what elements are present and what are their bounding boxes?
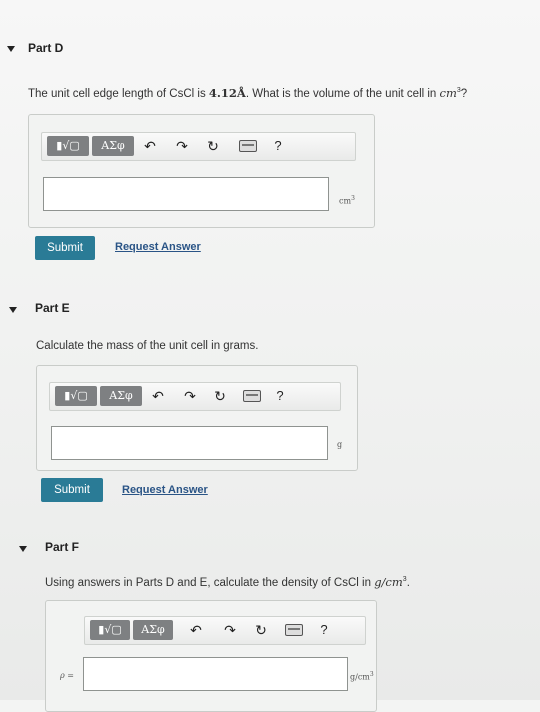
part-d-question-text: The unit cell edge length of CsCl is xyxy=(28,88,209,100)
help-button[interactable]: ? xyxy=(316,621,332,639)
templates-button[interactable]: ▮√▢ xyxy=(47,136,89,156)
part-f-unit-sup: 3 xyxy=(369,671,374,678)
keyboard-icon[interactable] xyxy=(243,390,261,402)
keyboard-icon[interactable] xyxy=(285,624,303,636)
part-f-question-end: . xyxy=(406,577,410,589)
part-e-submit-button[interactable]: Submit xyxy=(41,478,103,502)
collapse-part-e-icon[interactable] xyxy=(9,307,17,313)
part-e-unit: g xyxy=(337,440,343,449)
undo-icon[interactable]: ↶ xyxy=(150,387,166,405)
greek-symbols-button[interactable]: ΑΣφ xyxy=(100,386,142,406)
reset-icon[interactable]: ↻ xyxy=(253,621,269,639)
part-f-toolbar: ▮√▢ ΑΣφ ↶ ↷ ↻ ? xyxy=(84,616,366,645)
help-button[interactable]: ? xyxy=(270,137,286,155)
part-f-unit-label: g/cm xyxy=(350,672,370,682)
part-f-question-text: Using answers in Parts D and E, calculat… xyxy=(45,577,375,589)
part-d-title: Part D xyxy=(28,41,64,55)
part-f-question: Using answers in Parts D and E, calculat… xyxy=(45,575,410,589)
collapse-part-d-icon[interactable] xyxy=(7,46,15,52)
part-f-question-unit: g/cm xyxy=(374,575,403,589)
greek-symbols-button[interactable]: ΑΣφ xyxy=(133,620,173,640)
collapse-part-f-icon[interactable] xyxy=(19,546,27,552)
part-e-request-answer-link[interactable]: Request Answer xyxy=(122,484,208,496)
part-f-answer-input[interactable] xyxy=(83,657,348,691)
part-d-question-text-2: . What is the volume of the unit cell in xyxy=(245,88,440,100)
help-button[interactable]: ? xyxy=(272,387,288,405)
density-symbol: ρ = xyxy=(60,671,74,680)
redo-icon[interactable]: ↷ xyxy=(174,137,190,155)
part-d-toolbar: ▮√▢ ΑΣφ ↶ ↷ ↻ ? xyxy=(41,132,356,161)
undo-icon[interactable]: ↶ xyxy=(188,621,204,639)
part-d-edge-length: 4.12Å xyxy=(208,86,246,100)
redo-icon[interactable]: ↷ xyxy=(182,387,198,405)
keyboard-icon[interactable] xyxy=(239,140,257,152)
part-f-title: Part F xyxy=(45,540,80,554)
redo-icon[interactable]: ↷ xyxy=(222,621,238,639)
part-f-answer-panel: ▮√▢ ΑΣφ ↶ ↷ ↻ ? ρ = g/cm3 xyxy=(45,600,377,712)
part-d-question: The unit cell edge length of CsCl is 4.1… xyxy=(28,86,467,100)
part-d-unit-sup: 3 xyxy=(351,195,355,202)
greek-symbols-button[interactable]: ΑΣφ xyxy=(92,136,134,156)
reset-icon[interactable]: ↻ xyxy=(212,387,228,405)
part-d-unit-label: cm xyxy=(339,196,352,206)
part-d-request-answer-link[interactable]: Request Answer xyxy=(115,241,201,253)
part-e-title: Part E xyxy=(35,301,70,315)
part-e-toolbar: ▮√▢ ΑΣφ ↶ ↷ ↻ ? xyxy=(49,382,341,411)
templates-button[interactable]: ▮√▢ xyxy=(55,386,97,406)
part-d-answer-panel: ▮√▢ ΑΣφ ↶ ↷ ↻ ? cm3 xyxy=(28,114,375,228)
part-e-answer-panel: ▮√▢ ΑΣφ ↶ ↷ ↻ ? g xyxy=(36,365,358,471)
reset-icon[interactable]: ↻ xyxy=(205,137,221,155)
part-e-question: Calculate the mass of the unit cell in g… xyxy=(36,340,259,352)
part-e-answer-input[interactable] xyxy=(51,426,328,460)
templates-button[interactable]: ▮√▢ xyxy=(90,620,130,640)
page: Part D The unit cell edge length of CsCl… xyxy=(0,0,540,712)
part-d-unit: cm3 xyxy=(339,195,355,206)
part-d-question-unit: cm xyxy=(439,86,457,100)
part-f-unit: g/cm3 xyxy=(350,671,374,682)
part-d-question-end: ? xyxy=(460,88,468,100)
part-d-answer-input[interactable] xyxy=(43,177,329,211)
part-d-submit-button[interactable]: Submit xyxy=(35,236,95,260)
undo-icon[interactable]: ↶ xyxy=(142,137,158,155)
